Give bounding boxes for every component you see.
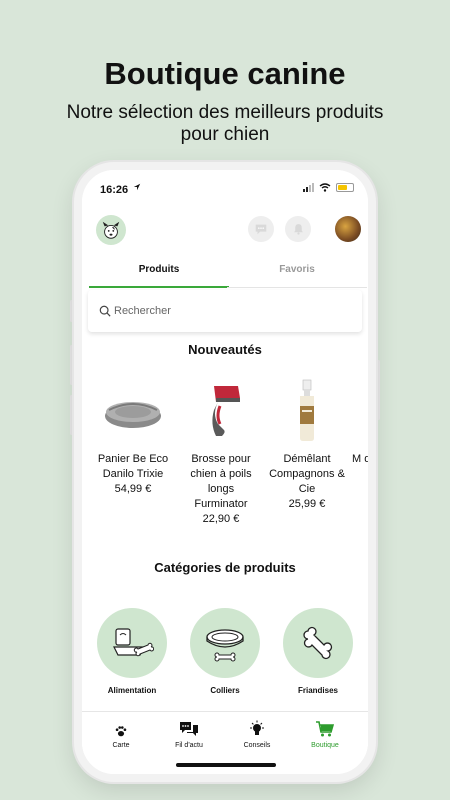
app-screen: 16:26 Produits Favoris Rechercher Nouvea… [82, 170, 368, 774]
product-name: Brosse pour chien à poils longs Furminat… [190, 453, 252, 510]
phone-side-button [70, 395, 73, 435]
product-price: 25,99 € [288, 498, 326, 510]
chat-icon[interactable] [248, 216, 274, 242]
dog-bed-icon [101, 378, 165, 442]
category-list: Alimentation Colliers Friandises [82, 608, 368, 708]
category-label: Colliers [210, 686, 240, 695]
category-label: Alimentation [107, 686, 157, 695]
status-time: 16:26 [100, 184, 129, 196]
nav-label: Conseils [243, 742, 271, 749]
user-avatar[interactable] [335, 216, 361, 242]
collar-icon [190, 608, 260, 678]
nav-label: Carte [112, 742, 130, 749]
hero-title: Boutique canine [104, 56, 346, 91]
nav-label: Boutique [311, 742, 339, 749]
category-colliers[interactable]: Colliers [185, 608, 265, 695]
category-label: Friandises [297, 686, 338, 695]
status-indicators [303, 183, 354, 192]
cart-icon [290, 718, 360, 738]
tab-produits[interactable]: Produits [89, 256, 229, 288]
product-image [361, 378, 368, 442]
product-name: Démêlant Compagnons & Cie [269, 453, 345, 495]
signal-icon [303, 183, 314, 192]
section-title-new: Nouveautés [188, 342, 262, 357]
bell-icon[interactable] [285, 216, 311, 242]
product-card[interactable]: Brosse pour chien à poils longs Furminat… [180, 378, 262, 527]
phone-side-button [70, 345, 73, 385]
app-header [82, 208, 368, 254]
product-price: 22,90 € [202, 513, 240, 525]
category-alimentation[interactable]: Alimentation [92, 608, 172, 695]
phone-side-button [377, 360, 380, 420]
product-card[interactable]: M d r [352, 378, 368, 467]
phone-mockup: 16:26 Produits Favoris Rechercher Nouvea… [74, 162, 376, 782]
search-icon [99, 304, 111, 322]
paw-icon [86, 718, 156, 738]
hero-subtitle: Notre sélection des meilleurs produits p… [66, 102, 384, 145]
bottom-navigation: Carte Fil d'actu Conseils Boutique [82, 711, 368, 759]
status-bar: 16:26 [82, 170, 368, 198]
bone-icon [283, 608, 353, 678]
nav-label: Fil d'actu [175, 742, 203, 749]
phone-side-button [70, 300, 73, 322]
home-indicator [176, 763, 276, 767]
battery-icon [336, 183, 354, 192]
section-title-categories: Catégories de produits [154, 560, 296, 575]
search-input[interactable] [114, 302, 344, 320]
product-card[interactable]: Démêlant Compagnons & Cie 25,99 € [266, 378, 348, 512]
search-bar [88, 290, 362, 332]
product-carousel[interactable]: Panier Be Eco Danilo Trixie 54,99 € Bros… [82, 378, 368, 528]
product-card[interactable]: Panier Be Eco Danilo Trixie 54,99 € [92, 378, 174, 497]
wifi-icon [319, 183, 331, 192]
chat-bubbles-icon [154, 718, 224, 738]
product-name: M d r [352, 453, 368, 465]
product-name: Panier Be Eco Danilo Trixie [97, 453, 169, 480]
category-friandises[interactable]: Friandises [278, 608, 358, 695]
tab-bar: Produits Favoris [82, 256, 368, 288]
product-price: 54,99 € [114, 483, 152, 495]
brush-icon [189, 378, 253, 442]
spray-bottle-icon [275, 378, 339, 442]
food-bowl-icon [97, 608, 167, 678]
nav-fil-actu[interactable]: Fil d'actu [154, 718, 224, 749]
dog-logo-icon[interactable] [96, 215, 126, 245]
bulb-icon [222, 718, 292, 738]
nav-carte[interactable]: Carte [86, 718, 156, 749]
tab-favoris[interactable]: Favoris [227, 256, 367, 288]
nav-conseils[interactable]: Conseils [222, 718, 292, 749]
location-arrow-icon [133, 183, 141, 193]
nav-boutique[interactable]: Boutique [290, 718, 360, 749]
